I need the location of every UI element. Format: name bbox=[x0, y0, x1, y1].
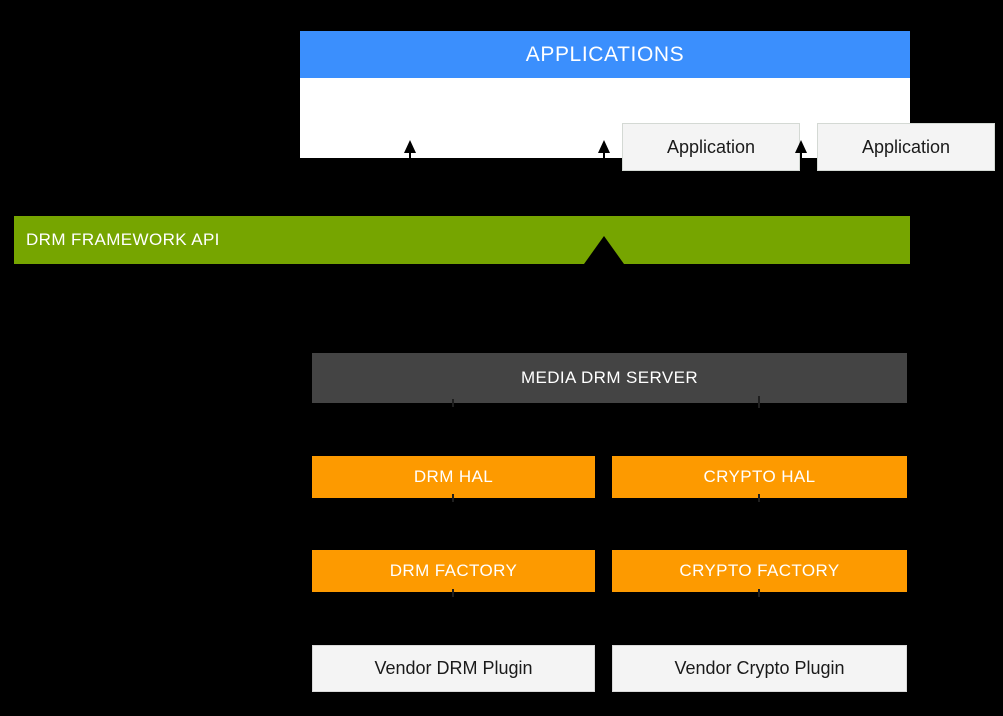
vendor-drm-plugin-box: Vendor DRM Plugin bbox=[312, 645, 595, 692]
vendor-crypto-plugin-label: Vendor Crypto Plugin bbox=[674, 658, 845, 678]
media-drm-server-box: MEDIA DRM SERVER bbox=[312, 353, 907, 403]
media-drm-server-label: MEDIA DRM SERVER bbox=[520, 368, 699, 387]
drm-framework-api-label: DRM FRAMEWORK API bbox=[26, 230, 220, 249]
crypto-hal-label: CRYPTO HAL bbox=[703, 467, 816, 486]
vendor-crypto-plugin-box: Vendor Crypto Plugin bbox=[612, 645, 907, 692]
drm-hal-label: DRM HAL bbox=[413, 467, 494, 486]
connector-crypto-factory-to-vendor-crypto-plugin bbox=[758, 589, 760, 597]
applications-container: APPLICATIONS Application Application App… bbox=[300, 31, 995, 171]
crypto-factory-label: CRYPTO FACTORY bbox=[679, 561, 840, 580]
up-arrow-head-3 bbox=[795, 140, 807, 153]
drm-factory-label: DRM FACTORY bbox=[389, 561, 518, 580]
crypto-factory-box: CRYPTO FACTORY bbox=[612, 550, 907, 592]
drm-architecture-diagram: APPLICATIONS Application Application App… bbox=[0, 0, 1003, 716]
application-box-2[interactable]: Application bbox=[817, 123, 995, 171]
connector-server-to-crypto-hal bbox=[758, 396, 760, 408]
connector-drm-hal-to-drm-factory bbox=[452, 494, 454, 502]
application-box-1-label: Application bbox=[666, 136, 756, 157]
application-box-1[interactable]: Application bbox=[622, 123, 800, 171]
drm-framework-api-band: DRM FRAMEWORK API bbox=[14, 216, 910, 264]
up-arrow-head-2 bbox=[598, 140, 610, 153]
application-box-2-label: Application bbox=[861, 136, 951, 157]
vendor-drm-plugin-label: Vendor DRM Plugin bbox=[374, 658, 533, 678]
connector-crypto-hal-to-crypto-factory bbox=[758, 494, 760, 502]
drm-factory-box: DRM FACTORY bbox=[312, 550, 595, 592]
connector-drm-factory-to-vendor-drm-plugin bbox=[452, 589, 454, 597]
crypto-hal-box: CRYPTO HAL bbox=[612, 456, 907, 498]
framework-up-arrow-notch bbox=[584, 236, 624, 264]
drm-hal-box: DRM HAL bbox=[312, 456, 595, 498]
up-arrow-head-1 bbox=[404, 140, 416, 153]
applications-header-label: APPLICATIONS bbox=[300, 31, 910, 78]
connector-server-to-drm-hal bbox=[452, 399, 454, 407]
